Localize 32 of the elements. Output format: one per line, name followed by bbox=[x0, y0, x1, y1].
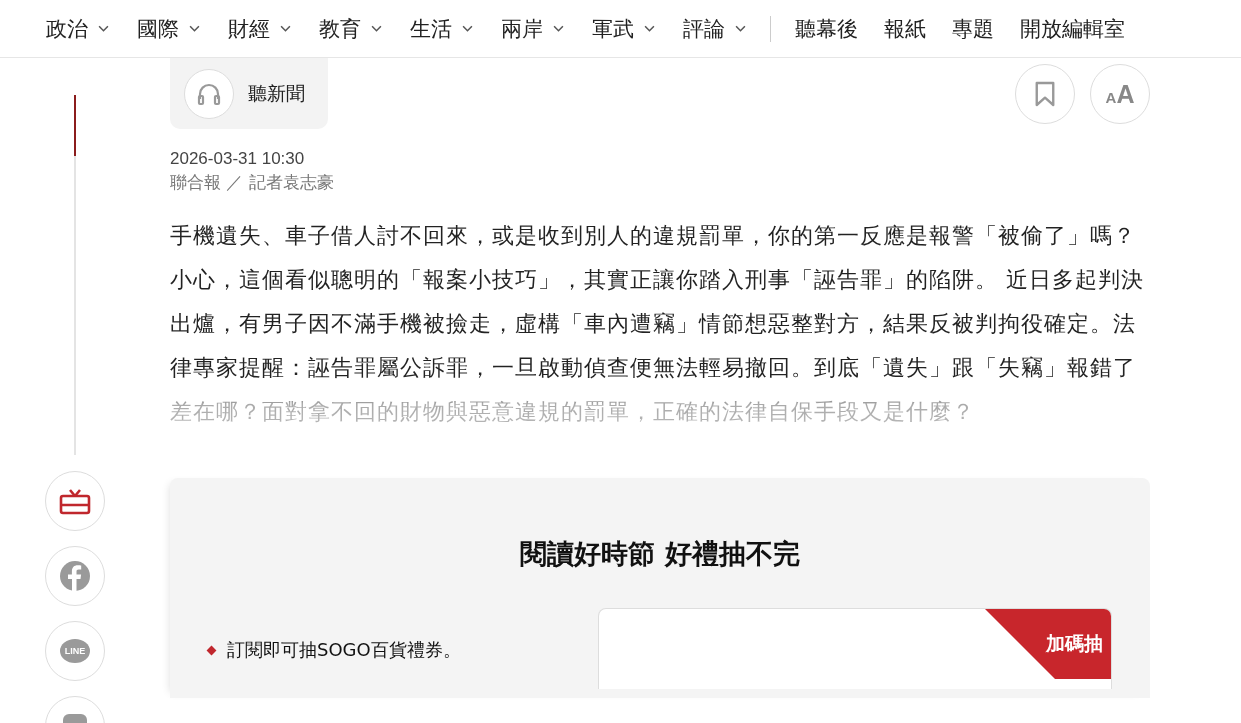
chevron-down-icon bbox=[189, 25, 200, 32]
chevron-down-icon bbox=[735, 25, 746, 32]
nav-menu-item[interactable]: 財經 bbox=[228, 14, 291, 43]
byline: 聯合報 ／ 記者袁志豪 bbox=[170, 171, 335, 194]
nav-menu-item[interactable]: 政治 bbox=[46, 14, 109, 43]
chevron-down-icon bbox=[644, 25, 655, 32]
nav-menu-item[interactable]: 兩岸 bbox=[501, 14, 564, 43]
promo-bullet: 訂閱即可抽SOGO百貨禮券。 bbox=[227, 638, 461, 662]
nav-menu-item[interactable]: 國際 bbox=[137, 14, 200, 43]
chevron-down-icon bbox=[553, 25, 564, 32]
font-size-button[interactable]: AA bbox=[1090, 64, 1150, 124]
line-chat-icon: LINE bbox=[60, 639, 90, 663]
chevron-down-icon bbox=[280, 25, 291, 32]
bookmark-icon bbox=[1034, 81, 1056, 107]
listen-news-button[interactable]: 聽新聞 bbox=[170, 58, 328, 129]
nav-link[interactable]: 報紙 bbox=[884, 14, 926, 43]
gift-card-icon bbox=[59, 487, 91, 515]
nav-menu-item[interactable]: 軍武 bbox=[592, 14, 655, 43]
nav-link[interactable]: 開放編輯室 bbox=[1020, 14, 1125, 43]
nav-link[interactable]: 聽幕後 bbox=[795, 14, 858, 43]
nav-menu-item[interactable]: 評論 bbox=[683, 14, 746, 43]
publish-date: 2026-03-31 10:30 bbox=[170, 149, 306, 169]
diamond-bullet-icon bbox=[206, 645, 217, 655]
nav-menu-item[interactable]: 生活 bbox=[410, 14, 473, 43]
promo-title: 閱讀好時節 好禮抽不完 bbox=[519, 537, 801, 571]
chevron-down-icon bbox=[371, 25, 382, 32]
chevron-down-icon bbox=[462, 25, 473, 32]
nav-menu-item[interactable]: 教育 bbox=[319, 14, 382, 43]
corner-badge-text: 加碼抽 bbox=[1046, 631, 1103, 656]
facebook-icon bbox=[60, 561, 90, 591]
chevron-down-icon bbox=[98, 25, 109, 32]
nav-link[interactable]: 專題 bbox=[952, 14, 994, 43]
